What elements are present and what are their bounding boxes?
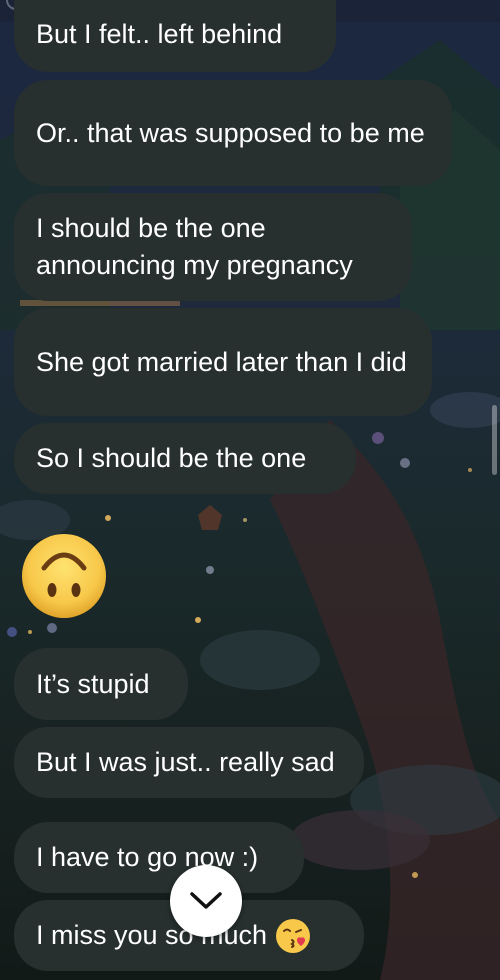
message-text: I should be the one announcing my pregna… [36, 213, 353, 280]
face-blowing-a-kiss-icon [276, 918, 311, 953]
scroll-to-bottom-button[interactable] [170, 865, 242, 937]
message-text: She got married later than I did [36, 346, 407, 377]
message-bubble[interactable]: Or.. that was supposed to be me [14, 80, 452, 186]
message-text: But I was just.. really sad [36, 747, 335, 777]
message-bubble[interactable]: I have to go now :) [14, 822, 304, 893]
upside-down-face-icon [22, 534, 106, 618]
scrollbar[interactable] [492, 405, 497, 475]
message-bubble[interactable]: She got married later than I did [14, 308, 432, 416]
message-bubble[interactable]: But I felt.. left behind [14, 0, 336, 72]
message-text: It’s stupid [36, 668, 150, 699]
message-text: So I should be the one [36, 443, 307, 473]
upside-down-face-emoji[interactable] [20, 532, 108, 620]
chevron-down-icon [190, 892, 222, 909]
message-bubble[interactable]: It’s stupid [14, 648, 188, 720]
message-text: But I felt.. left behind [36, 18, 283, 49]
message-text: Or.. that was supposed to be me [36, 117, 425, 148]
message-bubble[interactable]: But I was just.. really sad [14, 727, 364, 798]
message-bubble[interactable]: So I should be the one [14, 423, 356, 494]
message-bubble[interactable]: I should be the one announcing my pregna… [14, 193, 412, 301]
